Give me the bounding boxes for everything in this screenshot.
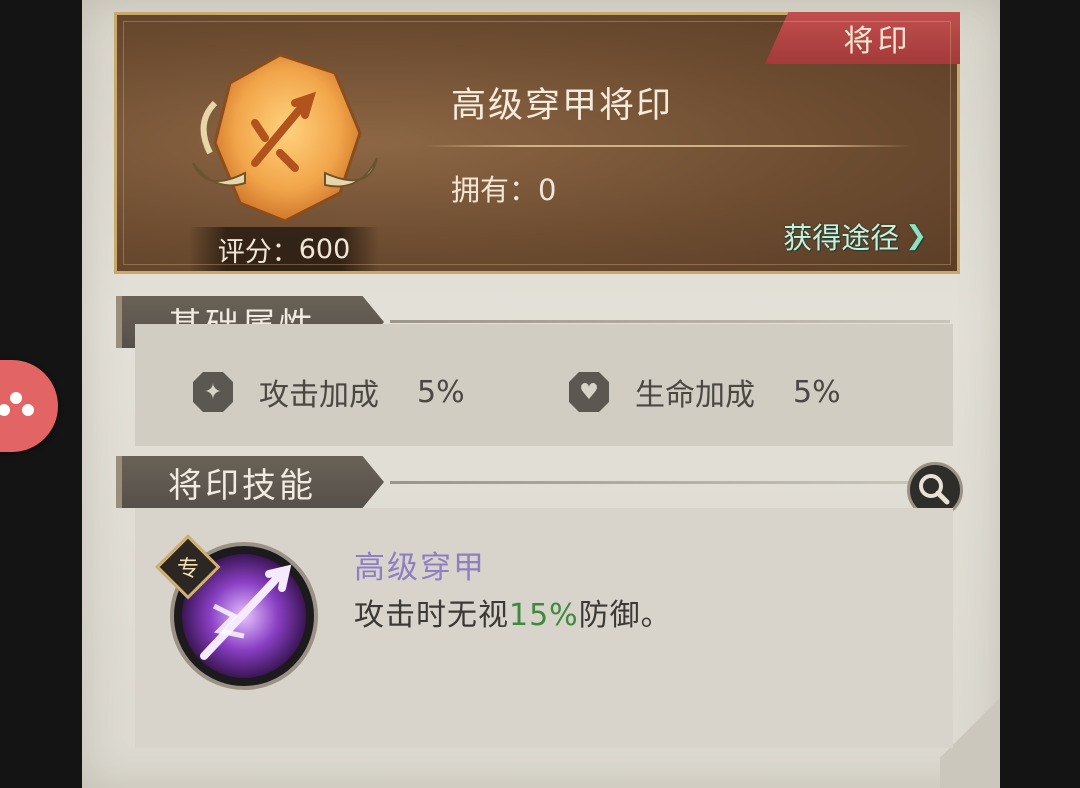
gamepad-icon-dot [22, 404, 34, 416]
chevron-right-icon: ❯ [905, 221, 927, 251]
attribute-value: 5% [793, 374, 841, 410]
type-ribbon: 将印 [765, 12, 960, 64]
attribute-health: ♥ 生命加成 5% [569, 370, 841, 414]
skill-desc-prefix: 攻击时无视 [354, 598, 509, 633]
item-name: 高级穿甲将印 [451, 86, 674, 126]
score-label: 评分： [217, 236, 299, 268]
attribute-attack: ✦ 攻击加成 5% [193, 370, 465, 414]
section-rule [390, 320, 950, 323]
score-plate: 评分： 600 [189, 227, 379, 271]
attribute-name: 攻击加成 [259, 378, 379, 413]
skill-desc-suffix: 防御。 [578, 598, 672, 633]
gamepad-icon-dot [0, 404, 10, 416]
skill-desc-highlight: 15% [509, 598, 579, 633]
exclusive-badge-label: 专 [176, 557, 199, 582]
item-header-card: 将印 评分： 600 高级穿甲将印 拥有：0 获得途径 ❯ [114, 12, 960, 274]
skill-name: 高级穿甲 [354, 550, 486, 586]
header-divider [423, 145, 913, 147]
owned-row: 拥有：0 [451, 167, 556, 209]
health-bonus-icon: ♥ [569, 372, 609, 412]
seal-gem-icon [192, 53, 378, 223]
section-rule [390, 481, 910, 484]
section-seal-skill: 将印技能 [116, 456, 396, 508]
attribute-value: 5% [417, 374, 465, 410]
owned-label: 拥有： [451, 173, 539, 207]
obtain-link-label: 获得途径 [783, 221, 900, 255]
skill-description: 攻击时无视15%防御。 [354, 590, 672, 634]
attack-bonus-icon: ✦ [193, 372, 233, 412]
owned-count: 0 [538, 173, 557, 207]
obtain-source-link[interactable]: 获得途径 ❯ [783, 215, 927, 257]
score-value: 600 [298, 233, 351, 265]
gamepad-icon [10, 392, 22, 404]
section-title-seal-skill: 将印技能 [116, 456, 384, 508]
side-gamepad-button[interactable] [0, 360, 58, 452]
attributes-panel: ✦ 攻击加成 5% ♥ 生命加成 5% [135, 324, 953, 446]
attribute-name: 生命加成 [635, 378, 755, 413]
